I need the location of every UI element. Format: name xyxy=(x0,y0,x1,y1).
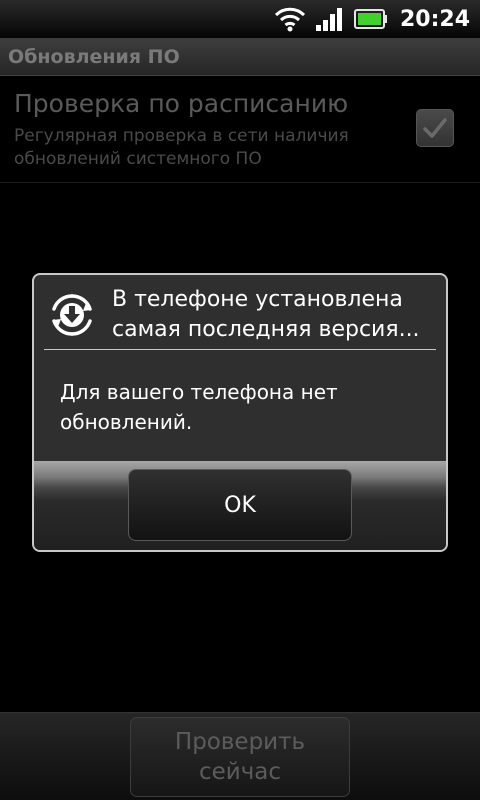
dialog-title: В телефоне установлена самая последняя в… xyxy=(112,287,420,342)
screen: 20:24 Обновления ПО Проверка по расписан… xyxy=(0,0,480,800)
dialog-button-bar: OK xyxy=(34,461,446,550)
status-bar: 20:24 xyxy=(0,0,480,38)
dialog-message: Для вашего телефона нет обновлений. xyxy=(60,380,338,434)
download-refresh-icon xyxy=(52,294,92,336)
signal-icon xyxy=(315,8,342,31)
checkmark-icon xyxy=(423,118,447,138)
page-title: Обновления ПО xyxy=(8,45,180,68)
battery-icon xyxy=(353,9,387,29)
dialog-divider xyxy=(44,349,436,350)
scheduled-check-preference[interactable]: Проверка по расписанию Регулярная провер… xyxy=(0,77,480,183)
wifi-icon xyxy=(274,7,306,32)
preference-title: Проверка по расписанию xyxy=(14,89,349,118)
check-now-button[interactable]: Проверить сейчас xyxy=(130,717,350,797)
update-dialog: В телефоне установлена самая последняя в… xyxy=(32,273,448,552)
preference-summary: Регулярная проверка в сети наличия обнов… xyxy=(14,126,349,169)
dialog-header: В телефоне установлена самая последняя в… xyxy=(34,275,446,351)
title-bar: Обновления ПО xyxy=(0,38,480,76)
bottom-bar: Проверить сейчас xyxy=(0,712,480,800)
ok-button[interactable]: OK xyxy=(128,469,352,541)
scheduled-check-checkbox[interactable] xyxy=(416,109,454,147)
status-time: 20:24 xyxy=(399,6,470,32)
